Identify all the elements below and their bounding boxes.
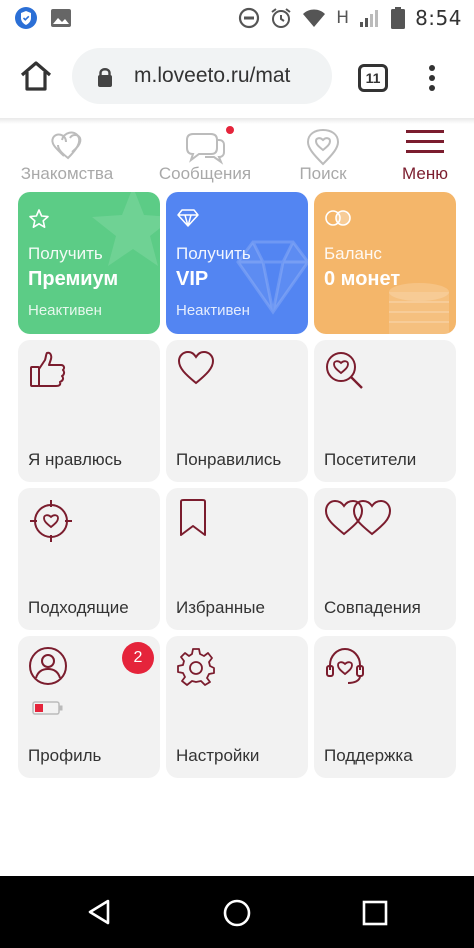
recents-icon[interactable] (362, 900, 388, 926)
site-nav: Знакомства Сообщения Поиск Меню (0, 124, 474, 186)
tab-switcher-button[interactable]: 11 (358, 64, 388, 92)
balance-label: Баланс (324, 244, 382, 263)
messages-notification-dot (226, 126, 234, 134)
balance-card[interactable]: Баланс 0 монет (314, 192, 456, 334)
alarm-icon (271, 8, 291, 28)
tile-matches[interactable]: Совпадения (314, 488, 456, 630)
tile-label: Поддержка (324, 746, 413, 765)
thumbs-up-icon (30, 351, 66, 387)
nav-label: Поиск (299, 164, 347, 183)
balance-value: 0 монет (324, 268, 401, 290)
tile-liked[interactable]: Понравились (166, 340, 308, 482)
tile-label: Избранные (176, 598, 265, 617)
nav-item-messages[interactable]: Сообщения (146, 124, 264, 186)
tile-label: Профиль (28, 746, 102, 765)
nav-label: Сообщения (158, 164, 252, 183)
premium-title: Премиум (28, 268, 119, 290)
home-nav-icon[interactable] (222, 898, 252, 928)
browser-toolbar: m.loveeto.ru/mat 11 (0, 36, 474, 118)
headset-icon (326, 647, 364, 684)
tile-label: Понравились (176, 450, 282, 469)
tile-likes-me[interactable]: Я нравлюсь (18, 340, 160, 482)
wifi-icon (303, 9, 326, 27)
diamond-icon (177, 209, 199, 227)
coins-icon (325, 210, 351, 226)
star-icon (29, 209, 49, 228)
tile-profile[interactable]: 2 Профиль (18, 636, 160, 778)
chat-bubbles-icon (186, 133, 225, 165)
vip-status: Неактивен (176, 302, 250, 319)
tile-visitors[interactable]: Посетители (314, 340, 456, 482)
nav-item-menu[interactable]: Меню (366, 124, 474, 186)
tile-support[interactable]: Поддержка (314, 636, 456, 778)
double-heart-icon (324, 499, 392, 536)
network-type-label: H (336, 8, 350, 28)
more-vert-icon[interactable] (420, 60, 444, 96)
system-nav-bar (0, 876, 474, 948)
home-icon[interactable] (18, 58, 54, 94)
image-icon (51, 9, 71, 27)
battery-icon (391, 7, 406, 29)
premium-status: Неактивен (28, 302, 102, 319)
profile-notification-badge: 2 (122, 642, 154, 674)
tile-label: Настройки (176, 746, 260, 765)
tile-label: Совпадения (324, 598, 421, 617)
premium-line1: Получить (28, 244, 103, 263)
tile-label: Я нравлюсь (28, 450, 122, 469)
nav-label: Знакомства (20, 164, 114, 183)
heart-pin-icon (306, 128, 340, 166)
heart-icon (177, 350, 215, 385)
tile-label: Посетители (324, 450, 417, 469)
bookmark-icon (180, 499, 206, 536)
status-bar: H 8:54 (0, 0, 474, 36)
heart-magnifier-icon (326, 352, 363, 389)
clock: 8:54 (415, 6, 462, 30)
hearts-icon (51, 131, 82, 160)
hamburger-icon (406, 130, 444, 153)
premium-card[interactable]: Получить Премиум Неактивен (18, 192, 160, 334)
tile-label: Подходящие (28, 598, 129, 617)
dnd-icon (239, 7, 260, 29)
signal-icon (360, 10, 379, 27)
nav-item-search[interactable]: Поиск (264, 124, 382, 186)
nav-item-dating[interactable]: Знакомства (8, 124, 126, 186)
vip-title: VIP (176, 268, 209, 290)
heart-target-icon (30, 500, 72, 542)
vip-card[interactable]: Получить VIP Неактивен (166, 192, 308, 334)
vip-line1: Получить (176, 244, 251, 263)
lock-icon (98, 68, 112, 87)
nav-label: Меню (402, 164, 448, 183)
back-icon[interactable] (86, 898, 112, 926)
url-text[interactable]: m.loveeto.ru/mat (134, 64, 324, 88)
tile-favorites[interactable]: Избранные (166, 488, 308, 630)
profile-completion-battery-icon (32, 701, 63, 715)
shield-app-icon (15, 7, 37, 29)
user-icon (29, 647, 67, 685)
address-bar[interactable]: m.loveeto.ru/mat (72, 48, 332, 104)
tile-settings[interactable]: Настройки (166, 636, 308, 778)
gear-icon (177, 648, 215, 686)
tile-matching[interactable]: Подходящие (18, 488, 160, 630)
